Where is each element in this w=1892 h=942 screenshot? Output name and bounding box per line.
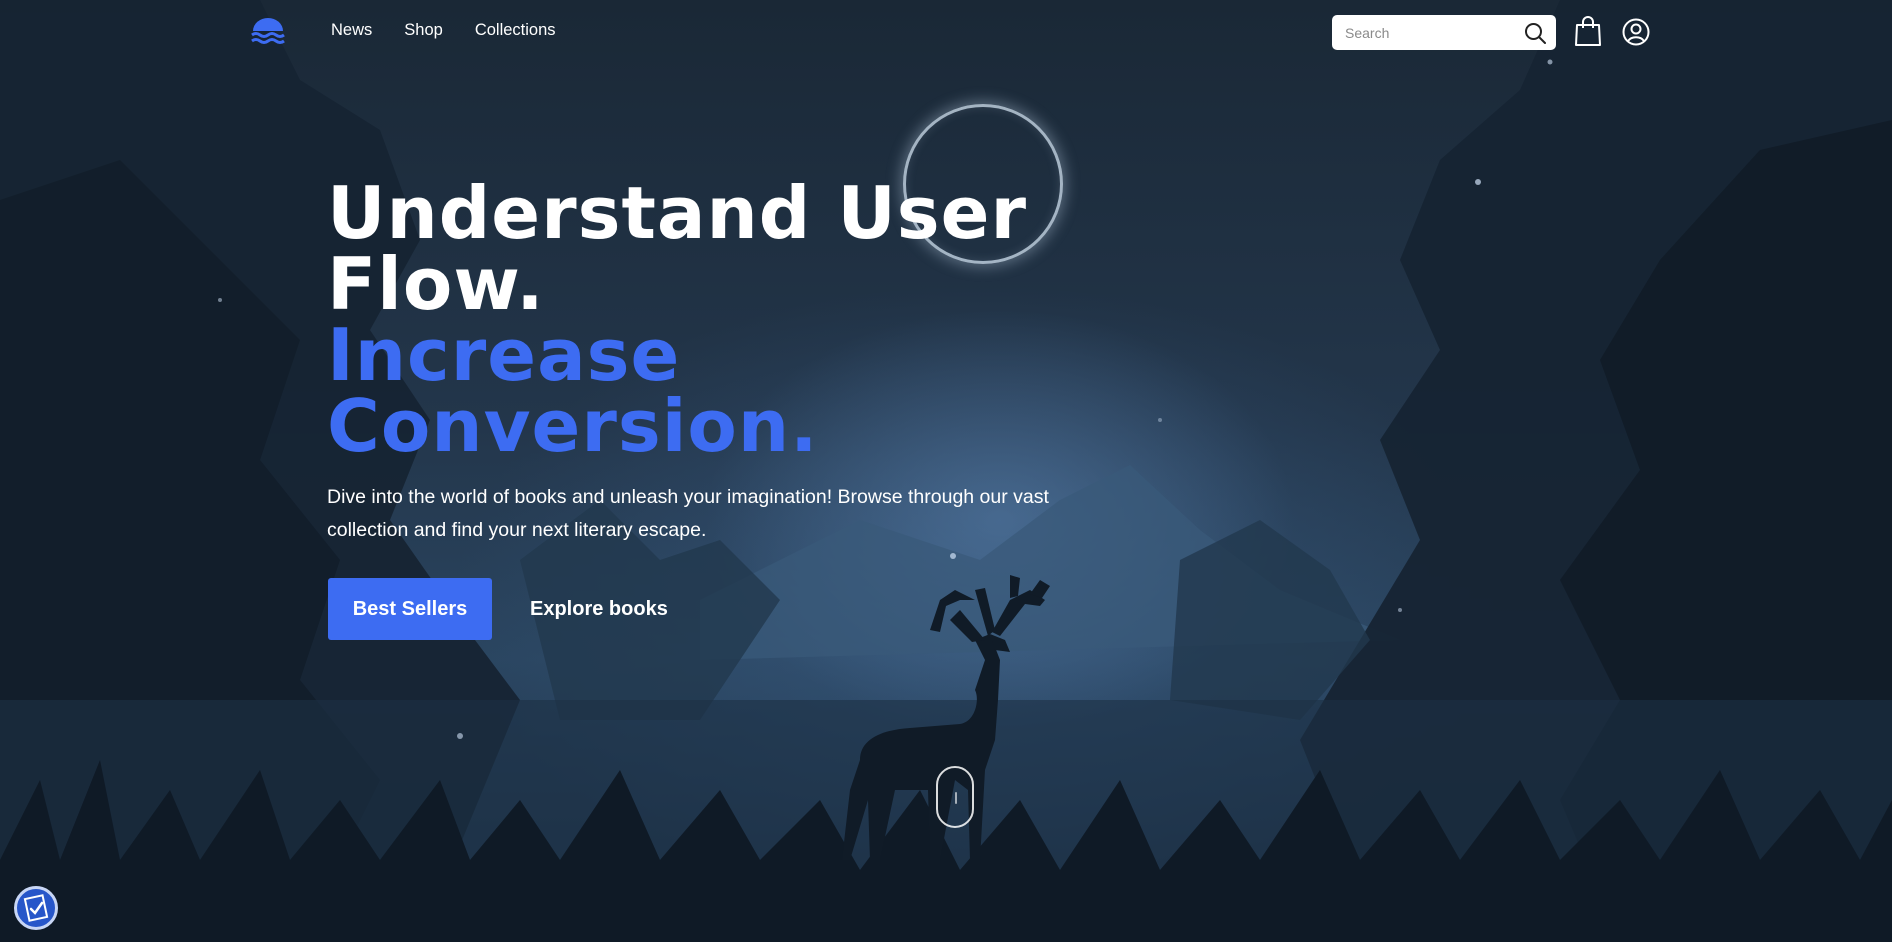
headline-line-4: Conversion. — [327, 384, 819, 468]
accessibility-check-icon[interactable] — [14, 886, 58, 930]
nav-link-shop[interactable]: Shop — [404, 21, 443, 40]
headline-line-3: Increase — [327, 313, 681, 397]
mouse-scroll-icon[interactable] — [936, 766, 974, 828]
search-icon[interactable] — [1524, 22, 1546, 44]
nav-links: News Shop Collections — [331, 21, 556, 40]
top-navigation: News Shop Collections — [0, 0, 1892, 64]
headline-line-2: Flow. — [327, 242, 545, 326]
hero-headline: Understand User Flow. Increase Conversio… — [327, 171, 1027, 468]
best-sellers-button[interactable]: Best Sellers — [328, 578, 492, 640]
shopping-bag-icon[interactable] — [1574, 15, 1602, 47]
headline-line-1: Understand User — [327, 171, 1027, 255]
nav-link-news[interactable]: News — [331, 21, 372, 40]
nav-link-collections[interactable]: Collections — [475, 21, 556, 40]
scroll-wheel — [955, 792, 957, 804]
hero-subtext: Dive into the world of books and unleash… — [327, 486, 1049, 541]
user-circle-icon[interactable] — [1622, 18, 1650, 46]
waves-logo-icon[interactable] — [251, 17, 285, 47]
search-box — [1332, 15, 1556, 50]
explore-books-button[interactable]: Explore books — [530, 590, 668, 628]
search-input[interactable] — [1332, 15, 1512, 50]
